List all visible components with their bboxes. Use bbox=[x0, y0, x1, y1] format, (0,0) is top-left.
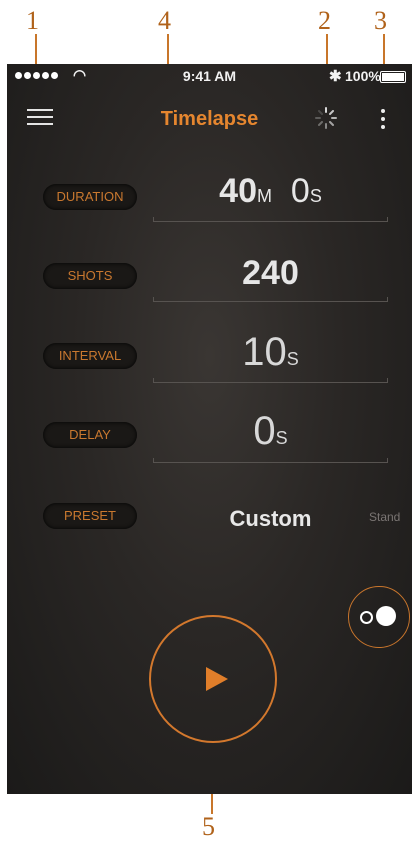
preset-label: PRESET bbox=[43, 503, 137, 529]
duration-minutes: 40 bbox=[219, 172, 257, 210]
duration-label: DURATION bbox=[43, 184, 137, 210]
battery-percent: 100% bbox=[345, 68, 381, 84]
duration-minutes-unit: M bbox=[256, 186, 272, 206]
preset-next-option[interactable]: Stand bbox=[369, 510, 400, 524]
interval-label: INTERVAL bbox=[43, 343, 137, 369]
interval-underline bbox=[153, 378, 388, 383]
status-bar: ◠ 9:41 AM ✱ 100% bbox=[7, 64, 412, 88]
toggle-large-dot bbox=[376, 606, 396, 626]
more-vertical-icon[interactable] bbox=[380, 109, 386, 129]
page-title: Timelapse bbox=[160, 108, 259, 130]
interval-value[interactable]: 10S bbox=[153, 330, 388, 375]
duration-underline bbox=[153, 217, 388, 222]
shots-label: SHOTS bbox=[43, 263, 137, 289]
callout-1: 1 bbox=[26, 6, 39, 35]
callout-5: 5 bbox=[202, 812, 215, 841]
duration-value[interactable]: 40M 0S bbox=[153, 172, 388, 211]
callout-3: 3 bbox=[374, 6, 387, 35]
interval-number: 10 bbox=[242, 330, 287, 374]
battery-icon bbox=[380, 71, 406, 83]
delay-number: 0 bbox=[253, 409, 276, 453]
shots-value[interactable]: 240 bbox=[153, 254, 388, 293]
preset-value[interactable]: Custom bbox=[153, 506, 388, 532]
bluetooth-icon: ✱ bbox=[329, 68, 342, 85]
delay-value[interactable]: 0S bbox=[153, 409, 388, 454]
duration-seconds-unit: S bbox=[309, 186, 322, 206]
toggle-small-dot bbox=[360, 611, 373, 624]
callout-4: 4 bbox=[158, 6, 171, 35]
callout-2: 2 bbox=[318, 6, 331, 35]
shots-number: 240 bbox=[242, 254, 299, 292]
play-button[interactable] bbox=[149, 615, 277, 743]
phone-screen: ◠ 9:41 AM ✱ 100% Timelapse DURATION 40M … bbox=[7, 64, 412, 794]
toggle-icon[interactable] bbox=[348, 586, 410, 648]
delay-label: DELAY bbox=[43, 422, 137, 448]
delay-unit: S bbox=[275, 428, 288, 448]
delay-underline bbox=[153, 458, 388, 463]
bluetooth-activity-spinner-icon[interactable] bbox=[314, 106, 338, 130]
play-icon bbox=[206, 667, 228, 691]
duration-seconds: 0 bbox=[290, 172, 310, 210]
interval-unit: S bbox=[286, 349, 299, 369]
shots-underline bbox=[153, 297, 388, 302]
